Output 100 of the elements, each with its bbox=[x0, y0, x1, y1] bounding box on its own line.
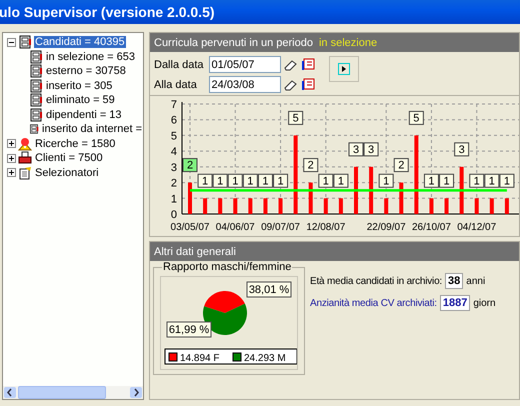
cabinet-icon bbox=[29, 93, 43, 108]
horizontal-scrollbar[interactable] bbox=[3, 386, 143, 399]
bar bbox=[354, 166, 358, 214]
axis-label: 22/09/07 bbox=[366, 222, 406, 233]
bar bbox=[399, 182, 404, 214]
data-label: 1 bbox=[277, 175, 284, 188]
data-label: 2 bbox=[182, 158, 198, 172]
tree-item[interactable]: inserito = 305 bbox=[45, 80, 114, 92]
tree-item[interactable]: in selezione = 653 bbox=[45, 50, 136, 63]
cabinet-icon bbox=[29, 64, 43, 78]
data-label: 1 bbox=[488, 175, 495, 188]
scroll-left-icon[interactable] bbox=[4, 387, 16, 398]
axis-label: 09/07/07 bbox=[261, 222, 300, 233]
expand-icon[interactable] bbox=[7, 154, 16, 163]
axis-label: 26/10/07 bbox=[412, 222, 451, 233]
data-label: 3 bbox=[454, 142, 470, 156]
bar bbox=[233, 198, 238, 214]
tree-item[interactable]: dipendenti = 13 bbox=[45, 108, 123, 121]
data-label: 1 bbox=[499, 174, 514, 188]
date-field[interactable]: 01/05/07 bbox=[208, 56, 281, 73]
axis-label: 0 bbox=[170, 209, 177, 221]
collapse-icon[interactable] bbox=[7, 38, 16, 47]
unit-label: anni bbox=[466, 276, 486, 286]
data-label: 1 bbox=[217, 175, 224, 188]
scroll-right-icon[interactable] bbox=[130, 387, 142, 398]
eraser-icon[interactable] bbox=[284, 58, 298, 70]
tree-item[interactable]: Selezionatori bbox=[34, 166, 100, 179]
data-label: 1 bbox=[378, 174, 394, 188]
bar bbox=[490, 198, 494, 214]
date-field[interactable]: 24/03/08 bbox=[208, 76, 281, 93]
filter-label: in selezione bbox=[318, 36, 378, 48]
tree-item[interactable]: eliminato = 59 bbox=[45, 94, 116, 106]
data-label: 3 bbox=[352, 144, 360, 156]
expand-icon[interactable] bbox=[7, 168, 16, 178]
cabinet-icon bbox=[29, 50, 43, 64]
cabinet-icon bbox=[29, 108, 43, 122]
data-label: 5 bbox=[413, 112, 420, 124]
axis-label: 7 bbox=[170, 99, 177, 111]
data-label: 3 bbox=[364, 142, 379, 156]
stat-value: 1887 bbox=[440, 295, 470, 311]
bar bbox=[263, 198, 268, 214]
calendar-icon[interactable] bbox=[300, 58, 315, 72]
tree-item[interactable]: Clienti = 7500 bbox=[34, 152, 104, 164]
data-label: 1 bbox=[424, 174, 439, 188]
bar bbox=[308, 182, 313, 214]
panel-title: Altri dati generali bbox=[154, 246, 236, 258]
data-label: 3 bbox=[458, 144, 465, 156]
data-label: 5 bbox=[408, 110, 424, 125]
value-label: 61,99 % bbox=[166, 322, 212, 338]
data-label: 1 bbox=[232, 175, 238, 188]
panel-title: Curricula pervenuti in un periodo bbox=[154, 36, 313, 48]
bar bbox=[429, 198, 434, 214]
data-label: 1 bbox=[322, 175, 329, 188]
stat-label: Anzianità media CV archiviati: bbox=[310, 298, 437, 308]
axis-label: 1 bbox=[170, 193, 177, 206]
bar bbox=[324, 198, 328, 214]
stat-label: Età media candidati in archivio: bbox=[310, 276, 442, 286]
data-label: 5 bbox=[288, 110, 304, 125]
unit-label: giorn bbox=[473, 298, 496, 308]
data-label: 1 bbox=[258, 174, 273, 188]
window-title: ulo Supervisor (versione 2.0.0.5) bbox=[0, 4, 215, 20]
tree-item[interactable]: Candidati = 40395 bbox=[34, 36, 126, 48]
data-label: 1 bbox=[198, 174, 213, 188]
field-label: Dalla data bbox=[154, 58, 204, 70]
cabinet-icon bbox=[29, 78, 43, 93]
play-icon bbox=[338, 63, 350, 75]
data-label: 2 bbox=[394, 158, 409, 172]
expand-icon[interactable] bbox=[7, 139, 16, 148]
tree-item[interactable]: Ricerche = 1580 bbox=[34, 138, 116, 150]
bar bbox=[384, 198, 388, 214]
data-label: 1 bbox=[383, 175, 390, 188]
tree-item[interactable]: esterno = 30758 bbox=[45, 65, 127, 78]
bar bbox=[369, 166, 374, 214]
cabinet-icon bbox=[29, 122, 40, 136]
axis-label: 04/06/07 bbox=[216, 222, 255, 233]
legend-label: 24.293 M bbox=[244, 353, 286, 364]
data-label: 1 bbox=[212, 174, 228, 188]
legend-label: 14.894 F bbox=[180, 353, 220, 364]
axis-label: 03/05/07 bbox=[170, 222, 210, 233]
data-label: 1 bbox=[469, 174, 484, 188]
bar bbox=[338, 198, 343, 214]
bar bbox=[203, 198, 208, 214]
tree-item[interactable]: inserito da internet = bbox=[41, 123, 143, 136]
bar bbox=[278, 198, 283, 214]
axis-label: 6 bbox=[170, 114, 177, 127]
data-label: 1 bbox=[202, 175, 208, 188]
eraser-icon[interactable] bbox=[284, 78, 298, 90]
data-label: 1 bbox=[428, 175, 435, 188]
data-label: 2 bbox=[398, 160, 404, 172]
bar bbox=[504, 198, 509, 214]
data-label: 1 bbox=[338, 175, 344, 188]
data-label: 1 bbox=[333, 174, 348, 188]
axis-label: 4 bbox=[170, 146, 177, 158]
axis-label: 12/08/07 bbox=[306, 222, 346, 233]
data-label: 1 bbox=[273, 174, 288, 188]
bar bbox=[460, 166, 464, 214]
calendar-icon[interactable] bbox=[300, 78, 315, 92]
notepad-icon bbox=[18, 166, 32, 180]
axis-label: 04/12/07 bbox=[457, 222, 496, 233]
bar bbox=[248, 198, 252, 214]
